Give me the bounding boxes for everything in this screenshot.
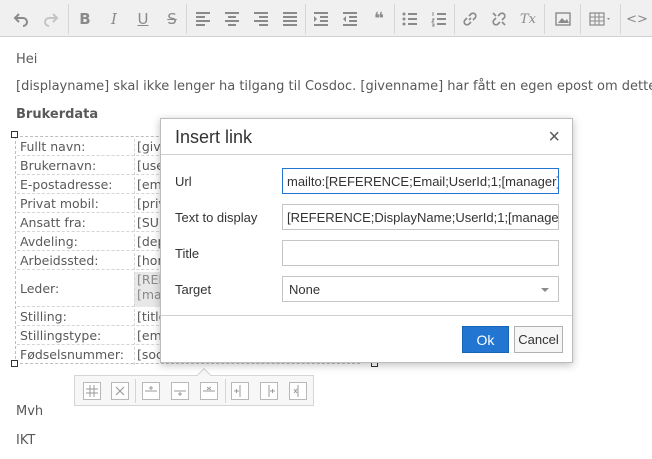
chevron-down-icon (541, 288, 549, 292)
url-input[interactable]: mailto:[REFERENCE;Email;UserId;1;[manage… (282, 168, 559, 194)
clear-formatting-icon[interactable]: Tx (515, 6, 541, 32)
url-label: Url (175, 174, 192, 189)
editor-toolbar: B I U S ❝ Tx <> (0, 0, 652, 37)
row-label: Stilling: (20, 309, 67, 324)
justify-icon[interactable] (277, 6, 303, 32)
table-context-toolbar (74, 367, 314, 406)
row-label: Avdeling: (20, 234, 78, 249)
table-properties-icon[interactable] (83, 382, 101, 400)
row-value-line: [ma (137, 287, 160, 302)
row-label: Ansatt fra: (20, 215, 86, 230)
target-label: Target (175, 282, 212, 297)
row-label: Leder: (20, 281, 60, 296)
target-select[interactable]: None (282, 276, 559, 302)
insert-row-before-icon[interactable] (142, 382, 160, 400)
blockquote-icon[interactable]: ❝ (366, 6, 392, 32)
dialog-header: Insert link × (161, 119, 572, 155)
unlink-icon[interactable] (486, 6, 512, 32)
toolbar-separator (68, 4, 69, 34)
row-label: Arbeidssted: (20, 253, 99, 268)
underline-icon[interactable]: U (130, 6, 156, 32)
table-icon[interactable] (585, 6, 617, 32)
row-value-line: [REF (137, 272, 160, 287)
align-left-icon[interactable] (190, 6, 216, 32)
text-to-display-label: Text to display (175, 210, 258, 225)
toolbar-separator (186, 4, 187, 34)
resize-handle[interactable] (11, 131, 18, 138)
row-label: Stillingstype: (20, 328, 102, 343)
row-value: [REF [ma (134, 272, 160, 307)
row-value: [em (134, 177, 162, 194)
greeting-text: Hei (16, 52, 38, 67)
row-label: Fødselsnummer: (20, 347, 124, 362)
align-center-icon[interactable] (219, 6, 245, 32)
numbered-list-icon[interactable] (426, 6, 452, 32)
align-right-icon[interactable] (248, 6, 274, 32)
delete-column-icon[interactable] (289, 382, 307, 400)
title-label: Title (175, 246, 200, 261)
italic-icon[interactable]: I (101, 6, 127, 32)
row-value: [em (134, 328, 162, 345)
insert-row-after-icon[interactable] (171, 382, 189, 400)
toolbar-separator (394, 4, 395, 34)
intro-text: [displayname] skal ikke lenger ha tilgan… (16, 79, 652, 94)
signature-text: IKT (16, 433, 36, 448)
outdent-icon[interactable] (337, 6, 363, 32)
dialog-title: Insert link (175, 127, 253, 147)
target-selected-value: None (289, 282, 321, 297)
code-icon[interactable]: <> (624, 6, 650, 32)
bold-icon[interactable]: B (72, 6, 98, 32)
resize-handle[interactable] (11, 360, 18, 367)
indent-icon[interactable] (308, 6, 334, 32)
cancel-button[interactable]: Cancel (514, 326, 563, 353)
toolbar-separator (454, 4, 455, 34)
toolbar-separator (620, 4, 621, 34)
closing-text: Mvh (16, 404, 44, 419)
strikethrough-icon[interactable]: S (159, 6, 185, 32)
ok-button[interactable]: Ok (462, 326, 509, 353)
row-label: E-postadresse: (20, 177, 113, 192)
delete-row-icon[interactable] (200, 382, 218, 400)
insert-column-after-icon[interactable] (260, 382, 278, 400)
section-title: Brukerdata (16, 107, 99, 122)
text-to-display-input[interactable]: [REFERENCE;DisplayName;UserId;1;[manager (282, 204, 559, 230)
dialog-footer: Ok Cancel (161, 315, 572, 362)
row-value: [SUI (134, 215, 163, 232)
row-value: [giv (134, 139, 161, 156)
row-label: Privat mobil: (20, 196, 99, 211)
title-input[interactable] (282, 240, 559, 266)
row-value: [soc (134, 347, 163, 365)
toolbar-separator (580, 4, 581, 34)
toolbar-separator (544, 4, 545, 34)
close-icon[interactable]: × (548, 126, 560, 149)
toolbar-separator (135, 379, 136, 403)
row-value: [hor (134, 253, 163, 270)
undo-icon[interactable] (8, 6, 34, 32)
link-icon[interactable] (457, 6, 483, 32)
row-label: Fullt navn: (20, 139, 86, 154)
bullet-list-icon[interactable] (397, 6, 423, 32)
delete-table-icon[interactable] (111, 382, 129, 400)
toolbar-separator (305, 4, 306, 34)
toolbar-separator (225, 379, 226, 403)
row-label: Brukernavn: (20, 158, 97, 173)
insert-column-before-icon[interactable] (231, 382, 249, 400)
insert-link-dialog: Insert link × Url mailto:[REFERENCE;Emai… (160, 118, 573, 363)
redo-icon[interactable] (38, 6, 64, 32)
image-icon[interactable] (550, 6, 576, 32)
